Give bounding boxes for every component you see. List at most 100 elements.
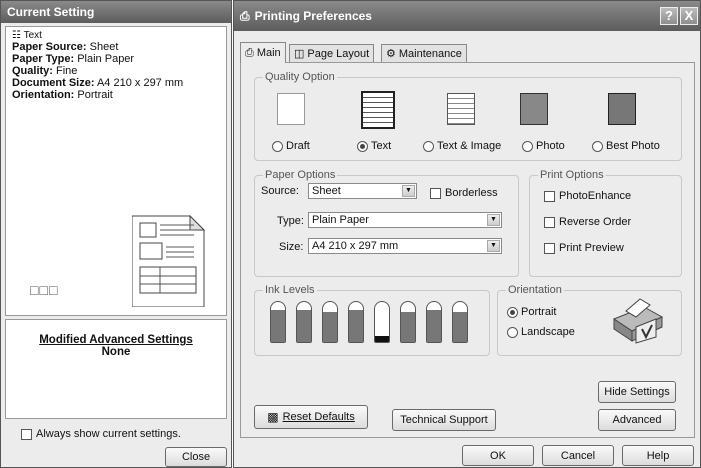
radio-circle[interactable]	[507, 326, 518, 338]
hide-settings-button[interactable]: Hide Settings	[598, 381, 676, 403]
cancel-button[interactable]: Cancel	[542, 445, 614, 466]
ink-level-fill	[349, 310, 363, 342]
ink-level-fill	[323, 312, 337, 342]
advanced-button[interactable]: Advanced	[598, 409, 676, 431]
current-setting-titlebar[interactable]: Current Setting	[1, 1, 231, 23]
copy-icon: □	[48, 282, 59, 298]
tab-page-layout[interactable]: ◫ Page Layout	[289, 44, 375, 62]
ink-level-fill	[297, 310, 311, 342]
reset-icon: ▩	[267, 410, 279, 424]
print-preview-checkbox[interactable]: Print Preview	[544, 242, 624, 254]
orientation-radio-portrait[interactable]: Portrait	[507, 306, 556, 318]
layout-icon: ◫	[294, 48, 305, 60]
media-line: ☷ Text	[12, 30, 42, 41]
setting-row: Paper Source: Sheet	[12, 41, 119, 53]
window-title: Current Setting	[7, 5, 95, 19]
ink-cartridge	[348, 301, 364, 343]
radio-circle[interactable]	[272, 140, 283, 152]
settings-summary-panel: ☷ Text Paper Source: Sheet Paper Type: P…	[5, 26, 227, 316]
setting-row: Orientation: Portrait	[12, 89, 113, 101]
modified-title: Modified Advanced Settings	[39, 334, 193, 346]
ink-cartridge	[296, 301, 312, 343]
close-button[interactable]: Close	[165, 447, 227, 467]
ink-cartridge	[426, 301, 442, 343]
technical-support-button[interactable]: Technical Support	[392, 409, 496, 431]
maintenance-icon: ⚙	[386, 48, 396, 60]
printer-illustration-icon	[612, 298, 664, 344]
best-photo-quality-icon[interactable]	[608, 93, 636, 125]
close-titlebar-button[interactable]: X	[680, 7, 698, 25]
text-image-quality-icon[interactable]	[447, 93, 475, 125]
current-setting-window: Current Setting ☷ Text Paper Source: She…	[0, 0, 232, 468]
text-doc-icon: ☷	[12, 30, 21, 41]
ink-level-fill	[427, 310, 441, 342]
radio-circle[interactable]	[592, 140, 603, 152]
chevron-down-icon[interactable]: ▼	[402, 185, 415, 197]
quality-radio-best-photo[interactable]: Best Photo	[592, 140, 660, 152]
checkbox-box[interactable]	[544, 190, 555, 202]
radio-circle[interactable]	[507, 306, 518, 318]
source-select[interactable]: Sheet ▼	[308, 183, 417, 199]
ink-cartridge	[374, 301, 390, 343]
size-select[interactable]: A4 210 x 297 mm ▼	[308, 238, 502, 254]
chevron-down-icon[interactable]: ▼	[487, 214, 500, 226]
borderless-checkbox[interactable]: Borderless	[430, 187, 498, 199]
text-quality-icon[interactable]	[361, 91, 395, 129]
type-label: Type:	[277, 215, 304, 227]
settings-rows: Paper Source: Sheet Paper Type: Plain Pa…	[12, 41, 220, 101]
photoenhance-checkbox[interactable]: PhotoEnhance	[544, 190, 631, 202]
ok-button[interactable]: OK	[462, 445, 534, 466]
quality-radio-text-image[interactable]: Text & Image	[423, 140, 501, 152]
source-label: Source:	[261, 185, 299, 197]
window-title: Printing Preferences	[254, 9, 372, 23]
chevron-down-icon[interactable]: ▼	[487, 240, 500, 252]
ink-cartridge	[322, 301, 338, 343]
modified-settings-panel: Modified Advanced Settings None	[5, 319, 227, 419]
setting-row: Quality: Fine	[12, 65, 78, 77]
group-legend: Paper Options	[263, 169, 338, 181]
ink-level-fill	[453, 312, 467, 342]
help-titlebar-button[interactable]: ?	[660, 7, 678, 25]
ink-level-fill	[271, 310, 285, 342]
orientation-radio-landscape[interactable]: Landscape	[507, 326, 575, 338]
quality-radio-text[interactable]: Text	[357, 140, 391, 152]
checkbox-box[interactable]	[21, 428, 32, 440]
group-legend: Ink Levels	[263, 284, 317, 296]
printer-icon: ⎙	[245, 46, 254, 59]
radio-circle[interactable]	[357, 140, 368, 152]
printing-preferences-window: ⎙ Printing Preferences ? X ⎙ Main ◫ Page…	[233, 0, 701, 468]
ink-level-fill	[401, 312, 415, 342]
radio-circle[interactable]	[423, 140, 434, 152]
copies-icons: □□□	[30, 282, 58, 298]
printing-preferences-titlebar[interactable]: ⎙ Printing Preferences	[234, 1, 700, 31]
copy-icon: □	[39, 282, 49, 298]
setting-row: Document Size: A4 210 x 297 mm	[12, 77, 184, 89]
tab-maintenance[interactable]: ⚙ Maintenance	[381, 44, 467, 62]
checkbox-box[interactable]	[430, 187, 441, 199]
checkbox-box[interactable]	[544, 216, 555, 228]
group-legend: Quality Option	[263, 71, 337, 83]
page-preview-icon	[132, 214, 206, 307]
ink-level-fill	[375, 336, 389, 342]
quality-radio-photo[interactable]: Photo	[522, 140, 565, 152]
type-select[interactable]: Plain Paper ▼	[308, 212, 502, 228]
ink-cartridge	[452, 301, 468, 343]
group-legend: Print Options	[538, 169, 606, 181]
radio-circle[interactable]	[522, 140, 533, 152]
quality-radio-draft[interactable]: Draft	[272, 140, 310, 152]
size-label: Size:	[279, 241, 304, 253]
setting-row: Paper Type: Plain Paper	[12, 53, 135, 65]
tab-main[interactable]: ⎙ Main	[240, 42, 286, 63]
reverse-order-checkbox[interactable]: Reverse Order	[544, 216, 631, 228]
draft-quality-icon[interactable]	[277, 93, 305, 125]
help-button[interactable]: Help	[622, 445, 694, 466]
checkbox-box[interactable]	[544, 242, 555, 254]
always-show-checkbox[interactable]: Always show current settings.	[21, 428, 181, 440]
group-legend: Orientation	[506, 284, 564, 296]
modified-value: None	[101, 346, 131, 358]
ink-cartridge	[270, 301, 286, 343]
printer-icon: ⎙	[240, 8, 250, 23]
reset-defaults-button[interactable]: ▩ Reset Defaults	[254, 405, 368, 429]
ink-cartridge	[400, 301, 416, 343]
photo-quality-icon[interactable]	[520, 93, 548, 125]
